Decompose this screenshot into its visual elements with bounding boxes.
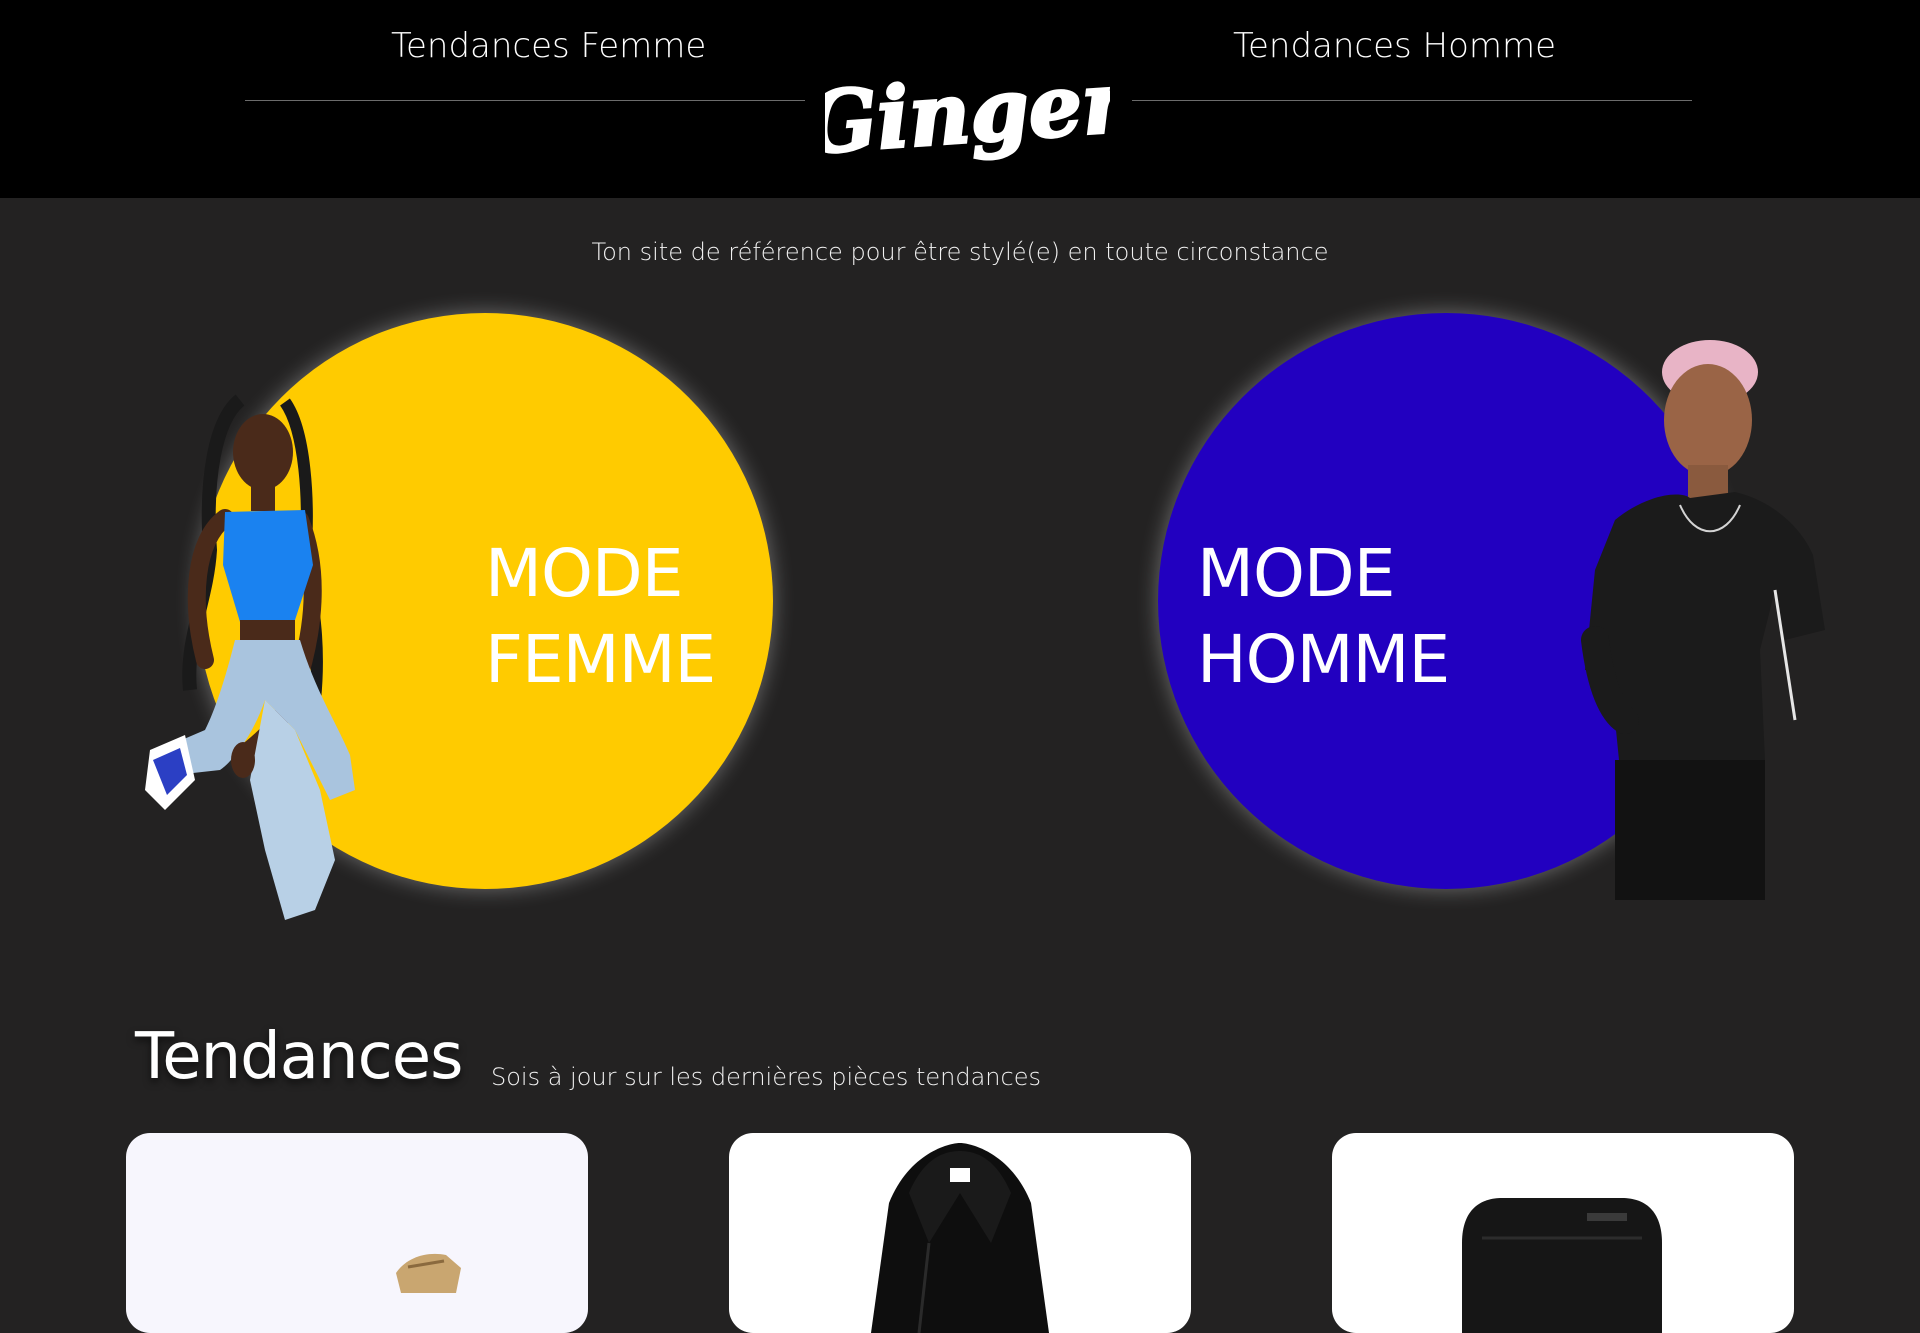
model-femme-image (145, 394, 355, 920)
bag-product-image (1462, 1198, 1662, 1333)
shoe-product-image (396, 1253, 461, 1293)
logo-text: Ginger (825, 60, 1110, 173)
site-tagline: Ton site de référence pour être stylé(e)… (591, 238, 1329, 266)
nav-link-tendances-homme[interactable]: Tendances Homme (1233, 26, 1556, 66)
trends-subtitle: Sois à jour sur les dernières pièces ten… (491, 1063, 1041, 1091)
category-mode-femme[interactable]: MODE FEMME (135, 305, 785, 925)
model-homme-image (1581, 340, 1825, 900)
mode-femme-label: MODE FEMME (485, 535, 716, 698)
ginger-logo[interactable]: Ginger (825, 60, 1110, 185)
nav-divider-right (1132, 100, 1692, 101)
nav-link-tendances-femme[interactable]: Tendances Femme (391, 26, 706, 66)
mode-homme-label: MODE HOMME (1197, 535, 1450, 698)
trends-heading: Tendances (135, 1020, 463, 1094)
trend-card-jacket[interactable] (729, 1133, 1191, 1333)
category-mode-homme[interactable]: MODE HOMME (1145, 305, 1825, 905)
jacket-product-image (871, 1143, 1049, 1333)
trend-card-shoe[interactable] (126, 1133, 588, 1333)
site-header: Tendances Femme Ginger Tendances Homme (0, 0, 1920, 198)
trend-card-bag[interactable] (1332, 1133, 1794, 1333)
nav-divider-left (245, 100, 805, 101)
